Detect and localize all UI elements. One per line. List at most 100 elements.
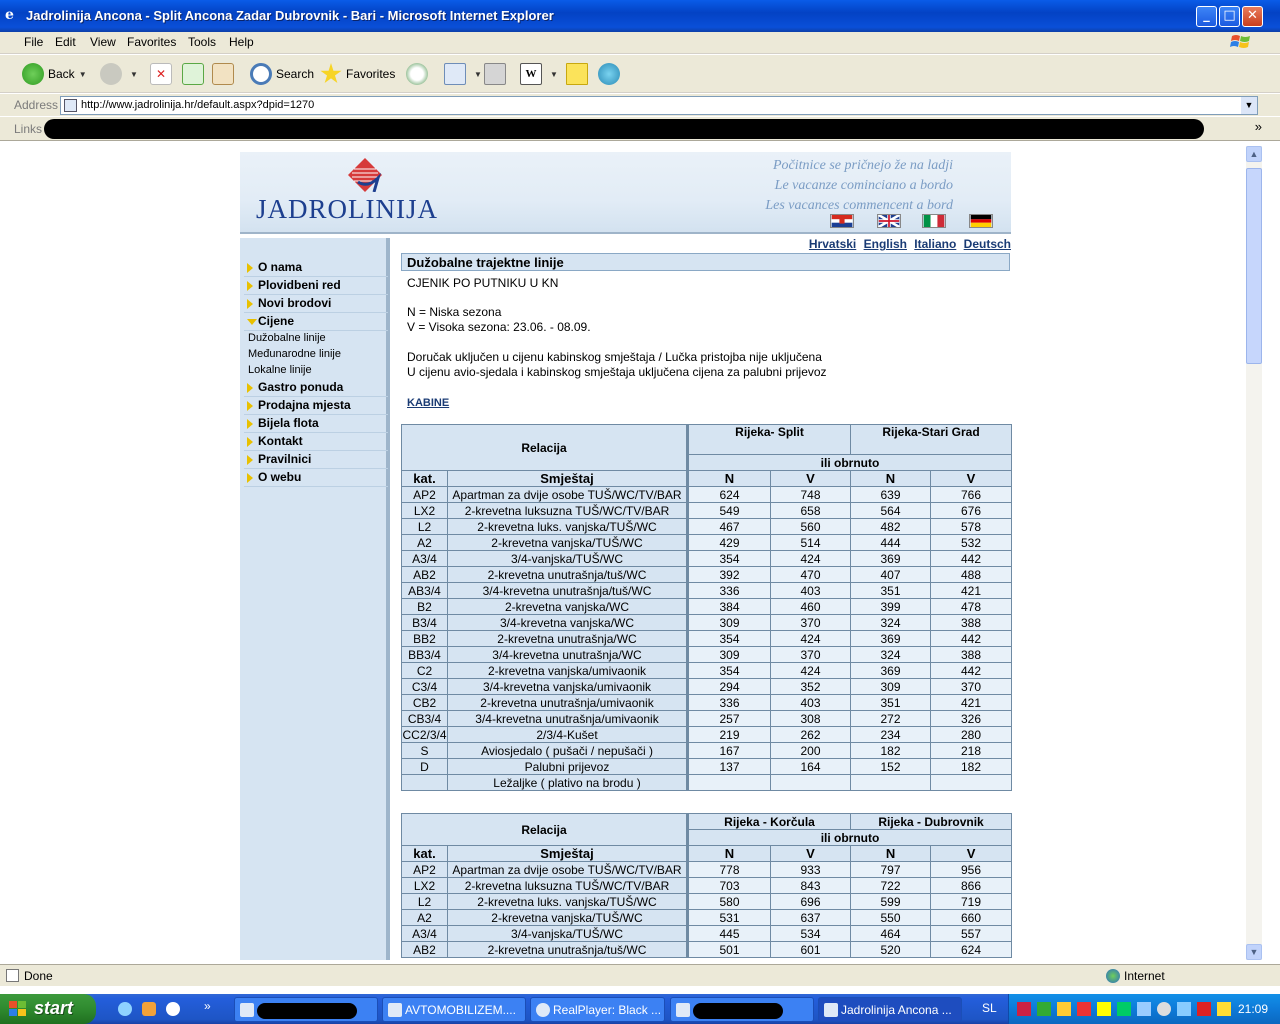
taskbar-item-realplayer[interactable]: RealPlayer: Black ... [530, 997, 665, 1022]
taskbar-item-avtomobilizem[interactable]: AVTOMOBILIZEM.... [382, 997, 526, 1022]
nav-sub-medunarodne[interactable]: Međunarodne linije [248, 348, 341, 360]
cabin-category: L2 [401, 518, 448, 535]
tray-icon[interactable] [1037, 1002, 1051, 1016]
tray-icon[interactable] [1217, 1002, 1231, 1016]
links-more-button[interactable]: » [1255, 119, 1262, 134]
kabine-link[interactable]: KABINE [407, 397, 449, 409]
quicklaunch-more-icon[interactable]: » [204, 999, 211, 1013]
status-text: Done [24, 969, 53, 983]
price-cell: 424 [770, 662, 851, 679]
standard-toolbar: Back ▼ ▼ ✕ Search Favorites ▼ W ▼ [0, 55, 1280, 93]
refresh-icon [182, 63, 204, 85]
history-button[interactable] [406, 61, 432, 87]
menu-file[interactable]: File [24, 35, 43, 49]
nav-sub-lokalne[interactable]: Lokalne linije [248, 364, 312, 376]
nav-prodajna-mjesta[interactable]: Prodajna mjesta [244, 398, 388, 415]
scroll-down-icon[interactable]: ▼ [1246, 944, 1262, 960]
nav-bijela-flota[interactable]: Bijela flota [244, 416, 388, 433]
mail-button[interactable]: ▼ [444, 61, 482, 87]
start-button[interactable]: start [0, 994, 96, 1024]
cabin-description: 2-krevetna luks. vanjska/TUŠ/WC [447, 518, 688, 535]
nav-plovidbeni-red[interactable]: Plovidbeni red [244, 278, 388, 295]
address-input[interactable]: http://www.jadrolinija.hr/default.aspx?d… [60, 96, 1258, 115]
nav-o-webu[interactable]: O webu [244, 470, 388, 487]
uk-flag-icon[interactable] [877, 214, 901, 228]
minimize-button[interactable]: _ [1196, 6, 1217, 27]
german-flag-icon[interactable] [969, 214, 993, 228]
stop-button[interactable]: ✕ [150, 61, 176, 87]
price-cell: 703 [686, 877, 771, 894]
nav-gastro-ponuda[interactable]: Gastro ponuda [244, 380, 388, 397]
price-cell: 866 [930, 877, 1013, 894]
slogan-fr: Les vacances commencent a bord [765, 198, 953, 213]
cabin-description: Palubni prijevoz [447, 758, 688, 775]
taskbar-item-jadrolinija[interactable]: Jadrolinija Ancona ... [818, 997, 962, 1022]
col-n: N [686, 470, 771, 487]
favorites-label: Favorites [346, 67, 396, 81]
print-button[interactable] [484, 61, 510, 87]
vertical-scrollbar[interactable]: ▲ ▼ [1246, 146, 1262, 960]
tray-icon[interactable] [1177, 1002, 1191, 1016]
nav-pravilnici[interactable]: Pravilnici [244, 452, 388, 469]
tray-icon[interactable] [1197, 1002, 1211, 1016]
menu-view[interactable]: View [90, 35, 116, 49]
price-cell: 532 [930, 534, 1012, 551]
menu-edit[interactable]: Edit [55, 35, 76, 49]
edit-button[interactable]: W ▼ [520, 61, 558, 87]
nav-cijene[interactable]: Cijene [244, 314, 388, 331]
quicklaunch-ie-icon[interactable] [118, 1002, 132, 1016]
price-cell: 557 [930, 925, 1013, 942]
scroll-up-icon[interactable]: ▲ [1246, 146, 1262, 162]
lang-hrvatski[interactable]: Hrvatski [809, 237, 856, 251]
menu-help[interactable]: Help [229, 35, 254, 49]
search-button[interactable]: Search [250, 61, 314, 87]
close-button[interactable]: ✕ [1242, 6, 1263, 27]
tray-icon[interactable] [1117, 1002, 1131, 1016]
tray-icon[interactable] [1097, 1002, 1111, 1016]
table-row: A2 2-krevetna vanjska/TUŠ/WC 429 514 444 532 [401, 534, 1012, 551]
lang-italiano[interactable]: Italiano [914, 237, 956, 251]
windows-logo-icon [1230, 35, 1250, 48]
nav-o-nama[interactable]: O nama [244, 260, 388, 277]
menu-tools[interactable]: Tools [188, 35, 216, 49]
messenger-button[interactable] [598, 61, 624, 87]
lang-deutsch[interactable]: Deutsch [964, 237, 1011, 251]
chevron-down-icon[interactable]: ▼ [550, 70, 558, 79]
tray-icon[interactable] [1017, 1002, 1031, 1016]
tray-icon[interactable] [1057, 1002, 1071, 1016]
maximize-button[interactable]: □ [1219, 6, 1240, 27]
tray-icon[interactable] [1077, 1002, 1091, 1016]
quicklaunch-icon[interactable] [142, 1002, 156, 1016]
taskbar-item-redacted[interactable] [670, 997, 814, 1022]
taskbar-item-redacted[interactable] [234, 997, 378, 1022]
nav-kontakt[interactable]: Kontakt [244, 434, 388, 451]
input-language[interactable]: SL [982, 1001, 997, 1015]
back-button[interactable]: Back ▼ [22, 61, 87, 87]
word-app-icon [388, 1003, 402, 1017]
scroll-thumb[interactable] [1246, 168, 1262, 364]
menu-favorites[interactable]: Favorites [127, 35, 176, 49]
chevron-down-icon[interactable]: ▼ [1241, 97, 1257, 114]
forward-button[interactable]: ▼ [100, 61, 138, 87]
croatian-flag-icon[interactable] [830, 214, 854, 228]
tray-icon[interactable] [1157, 1002, 1171, 1016]
tray-icon[interactable] [1137, 1002, 1151, 1016]
italian-flag-icon[interactable] [922, 214, 946, 228]
chevron-down-icon[interactable]: ▼ [79, 70, 87, 79]
address-bar: Address http://www.jadrolinija.hr/defaul… [0, 94, 1280, 116]
home-icon [212, 63, 234, 85]
home-button[interactable] [212, 61, 238, 87]
quicklaunch-icon[interactable] [166, 1002, 180, 1016]
price-cell: 658 [770, 502, 851, 519]
chevron-down-icon[interactable]: ▼ [130, 70, 138, 79]
lang-english[interactable]: English [864, 237, 907, 251]
nav-novi-brodovi[interactable]: Novi brodovi [244, 296, 388, 313]
window-titlebar[interactable]: e Jadrolinija Ancona - Split Ancona Zada… [0, 0, 1280, 32]
site-logo[interactable]: JADROLINIJA [256, 194, 438, 225]
nav-sub-duzobalne[interactable]: Dužobalne linije [248, 332, 326, 344]
price-cell: 444 [850, 534, 931, 551]
refresh-button[interactable] [182, 61, 208, 87]
chevron-down-icon[interactable]: ▼ [474, 70, 482, 79]
favorites-button[interactable]: Favorites [320, 61, 395, 87]
notes-button[interactable] [566, 61, 592, 87]
